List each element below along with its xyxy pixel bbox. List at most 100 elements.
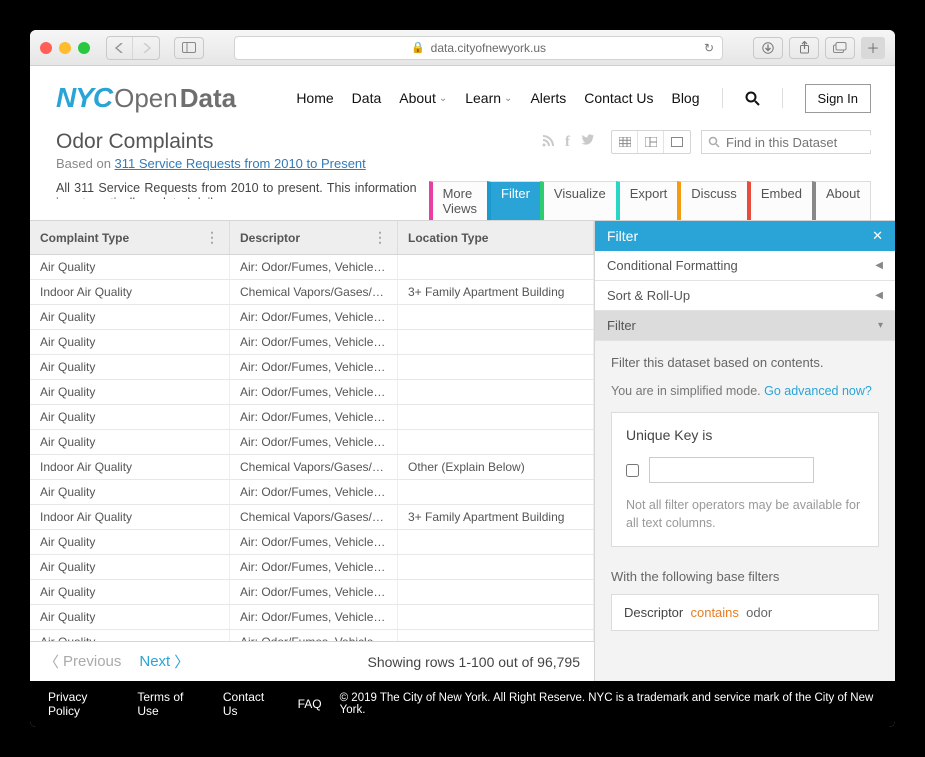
table-body: Air QualityAir: Odor/Fumes, Vehicle Idli… [30,255,594,641]
tab-about[interactable]: About [812,181,871,220]
cell-complaint-type: Indoor Air Quality [30,505,230,529]
nav-learn[interactable]: Learn⌄ [465,90,512,106]
panel-conditional-formatting[interactable]: Conditional Formatting◀ [595,251,895,281]
find-box[interactable] [701,130,871,154]
table-row[interactable]: Air QualityAir: Odor/Fumes, Vehicle Idli… [30,380,594,405]
site-footer: Privacy Policy Terms of Use Contact Us F… [30,681,895,727]
cell-descriptor: Air: Odor/Fumes, Vehicle Idling (AD... [230,380,398,404]
go-advanced-link[interactable]: Go advanced now? [764,384,872,398]
panel-header: Filter ✕ [595,221,895,251]
table-row[interactable]: Air QualityAir: Odor/Fumes, Vehicle Idli… [30,405,594,430]
table-row[interactable]: Air QualityAir: Odor/Fumes, Vehicle Idli… [30,430,594,455]
main-nav: Home Data About⌄ Learn⌄ Alerts Contact U… [296,84,871,113]
rss-icon[interactable] [541,134,555,151]
cell-descriptor: Air: Odor/Fumes, Vehicle Idling (AD... [230,580,398,604]
footer-privacy[interactable]: Privacy Policy [48,690,119,718]
footer-faq[interactable]: FAQ [298,697,322,711]
nyc-opendata-logo[interactable]: NYC Open Data [56,82,236,114]
panel-filter-section[interactable]: Filter▾ [595,311,895,341]
close-icon[interactable]: ✕ [872,228,883,244]
dataset-title: Odor Complaints [56,130,541,154]
footer-terms[interactable]: Terms of Use [137,690,205,718]
tab-discuss[interactable]: Discuss [677,181,748,220]
downloads-button[interactable] [753,37,783,59]
table-row[interactable]: Indoor Air QualityChemical Vapors/Gases/… [30,505,594,530]
table-row[interactable]: Indoor Air QualityChemical Vapors/Gases/… [30,280,594,305]
forward-button[interactable] [133,37,159,59]
zoom-window-button[interactable] [78,42,90,54]
view-single-button[interactable] [664,131,690,153]
tabs-button[interactable] [825,37,855,59]
table-row[interactable]: Indoor Air QualityChemical Vapors/Gases/… [30,455,594,480]
cell-location-type [398,630,594,641]
facebook-icon[interactable]: f [565,134,570,151]
nav-blog[interactable]: Blog [671,90,699,106]
cell-location-type [398,480,594,504]
table-row[interactable]: Air QualityAir: Odor/Fumes, Vehicle Idli… [30,530,594,555]
tab-export[interactable]: Export [616,181,679,220]
table-row[interactable]: Air QualityAir: Odor/Fumes, Vehicle Idli… [30,305,594,330]
column-location-type[interactable]: Location Type [398,221,594,254]
nav-back-forward [106,36,160,60]
nav-alerts[interactable]: Alerts [530,90,566,106]
table-row[interactable]: Air QualityAir: Odor/Fumes, Vehicle Idli… [30,580,594,605]
nav-home[interactable]: Home [296,90,333,106]
table-row[interactable]: Air QualityAir: Odor/Fumes, Vehicle Idli… [30,255,594,280]
panel-sort-rollup[interactable]: Sort & Roll-Up◀ [595,281,895,311]
table-row[interactable]: Air QualityAir: Odor/Fumes, Vehicle Idli… [30,355,594,380]
table-row[interactable]: Air QualityAir: Odor/Fumes, Vehicle Idli… [30,480,594,505]
table-row[interactable]: Air QualityAir: Odor/Fumes, Vehicle Idli… [30,605,594,630]
refresh-icon[interactable]: ↻ [704,41,714,55]
twitter-icon[interactable] [580,134,595,151]
table-row[interactable]: Air QualityAir: Odor/Fumes, Vehicle Idli… [30,330,594,355]
lock-icon: 🔒 [411,41,425,54]
minimize-window-button[interactable] [59,42,71,54]
nav-about[interactable]: About⌄ [399,90,447,106]
cell-descriptor: Air: Odor/Fumes, Vehicle Idling (AD... [230,430,398,454]
next-page-button[interactable]: Next〉 [139,651,189,672]
column-menu-icon[interactable]: ⋮ [205,229,219,246]
new-tab-button[interactable]: ＋ [861,37,885,59]
filter-condition-label: Unique Key is [626,427,864,443]
filter-value-input[interactable] [649,457,814,483]
footer-contact[interactable]: Contact Us [223,690,280,718]
close-window-button[interactable] [40,42,52,54]
view-table-button[interactable] [612,131,638,153]
view-rich-button[interactable] [638,131,664,153]
tab-more-views[interactable]: More Views [429,181,488,220]
table-row[interactable]: Air QualityAir: Odor/Fumes, Vehicle Idli… [30,630,594,641]
tab-filter[interactable]: Filter [487,181,541,220]
cell-complaint-type: Air Quality [30,255,230,279]
tab-visualize[interactable]: Visualize [540,181,617,220]
prev-page-button[interactable]: 〈Previous [44,651,121,672]
cell-location-type: 3+ Family Apartment Building [398,280,594,304]
address-bar[interactable]: 🔒 data.cityofnewyork.us ↻ [234,36,723,60]
nav-contact[interactable]: Contact Us [584,90,653,106]
cell-location-type [398,530,594,554]
filter-checkbox[interactable] [626,464,639,477]
column-complaint-type[interactable]: Complaint Type⋮ [30,221,230,254]
footer-copyright: © 2019 The City of New York. All Right R… [340,692,877,716]
window-controls [40,42,90,54]
column-descriptor[interactable]: Descriptor⋮ [230,221,398,254]
tab-embed[interactable]: Embed [747,181,813,220]
sign-in-button[interactable]: Sign In [805,84,871,113]
find-input[interactable] [726,135,895,150]
share-button[interactable] [789,37,819,59]
cell-location-type: Other (Explain Below) [398,455,594,479]
based-on: Based on 311 Service Requests from 2010 … [56,156,541,171]
social-icons: f [541,134,595,151]
chevron-down-icon: ⌄ [439,93,447,104]
cell-descriptor: Chemical Vapors/Gases/Odors [230,505,398,529]
cell-complaint-type: Air Quality [30,555,230,579]
caret-left-icon: ◀ [875,290,883,301]
sidebar-toggle-button[interactable] [174,37,204,59]
based-on-link[interactable]: 311 Service Requests from 2010 to Presen… [115,156,366,171]
expand-description-icon[interactable]: ▸ [226,196,232,199]
nav-data[interactable]: Data [352,90,382,106]
cell-location-type [398,255,594,279]
table-row[interactable]: Air QualityAir: Odor/Fumes, Vehicle Idli… [30,555,594,580]
search-icon[interactable] [745,91,760,106]
back-button[interactable] [107,37,133,59]
column-menu-icon[interactable]: ⋮ [373,229,387,246]
